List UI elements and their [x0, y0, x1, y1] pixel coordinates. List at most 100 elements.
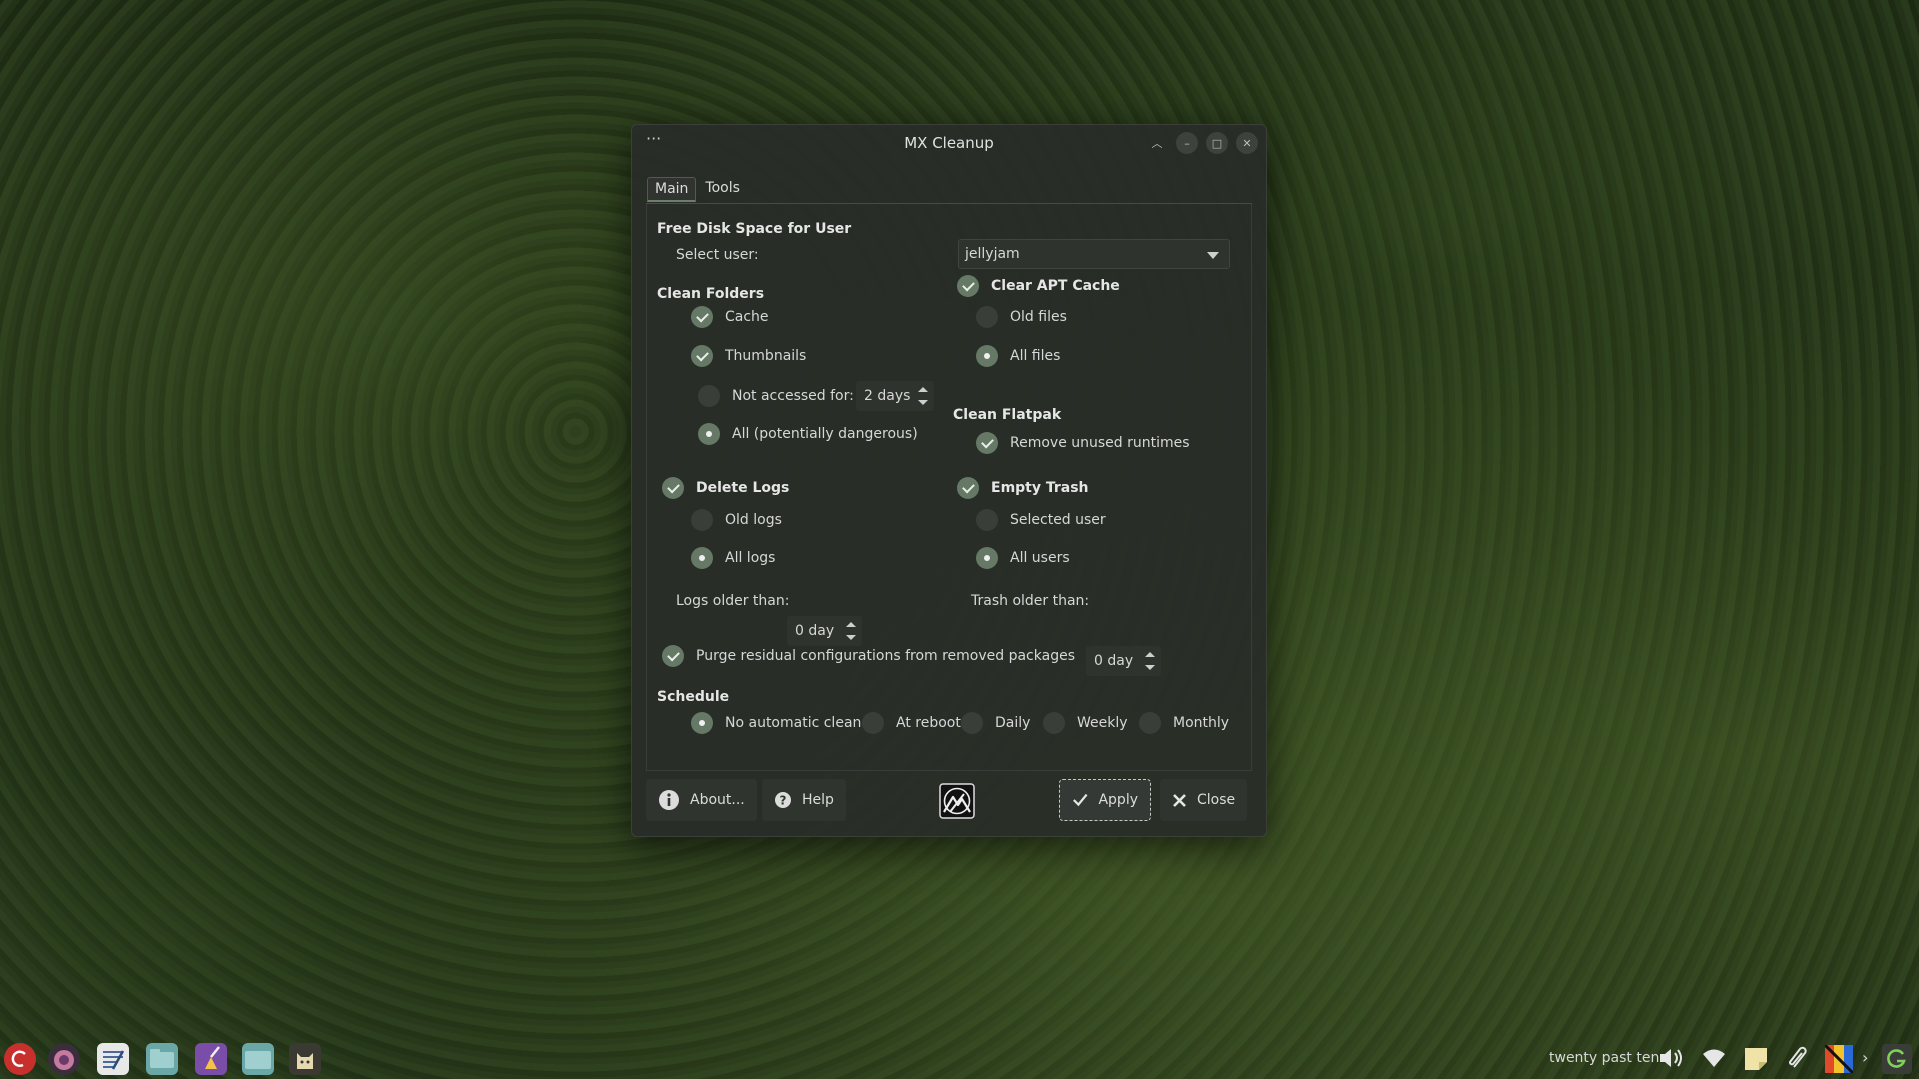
cache-checkbox[interactable]: Cache: [691, 306, 769, 328]
trash-selected-user-label: Selected user: [1010, 512, 1106, 528]
color-picker-icon[interactable]: [1823, 1043, 1855, 1077]
radio-icon: [976, 306, 998, 328]
thumbnails-label: Thumbnails: [725, 348, 807, 364]
sticky-note-icon[interactable]: [1742, 1045, 1770, 1075]
schedule-daily-radio[interactable]: Daily: [961, 712, 1030, 734]
minimize-button[interactable]: –: [1176, 132, 1198, 154]
info-icon: [659, 790, 679, 810]
all-logs-label: All logs: [725, 550, 776, 566]
check-icon: [691, 345, 713, 367]
radio-icon: [1139, 712, 1161, 734]
spin-up-icon[interactable]: [918, 387, 928, 392]
svg-text:?: ?: [780, 794, 787, 808]
radio-icon: [691, 509, 713, 531]
folder-icon[interactable]: [242, 1043, 274, 1075]
file-manager-icon[interactable]: [146, 1043, 178, 1075]
firefox-icon[interactable]: [48, 1043, 80, 1075]
check-icon: [957, 275, 979, 297]
thumbnails-checkbox[interactable]: Thumbnails: [691, 345, 806, 367]
radio-icon: [862, 712, 884, 734]
purge-configs-checkbox[interactable]: Purge residual configurations from remov…: [662, 645, 1075, 667]
all-dangerous-radio[interactable]: All (potentially dangerous): [698, 423, 918, 445]
updater-icon[interactable]: [1882, 1044, 1912, 1078]
close-window-button[interactable]: ✕: [1236, 132, 1258, 154]
shade-button[interactable]: ︿: [1146, 132, 1168, 154]
spin-down-icon[interactable]: [846, 635, 856, 640]
trash-older-than-value: 0 day: [1094, 653, 1134, 669]
clean-folders-header: Clean Folders: [657, 286, 765, 302]
debian-menu-icon[interactable]: [4, 1043, 36, 1075]
volume-icon[interactable]: [1657, 1045, 1685, 1075]
trash-older-than-spinbox[interactable]: 0 day: [1086, 646, 1161, 676]
maximize-button[interactable]: □: [1206, 132, 1228, 154]
cleanup-icon[interactable]: [195, 1043, 227, 1075]
apt-all-files-radio[interactable]: All files: [976, 345, 1060, 367]
check-icon: [957, 477, 979, 499]
apply-button[interactable]: Apply: [1059, 779, 1151, 821]
clean-flatpak-header: Clean Flatpak: [953, 407, 1062, 423]
schedule-monthly-radio[interactable]: Monthly: [1139, 712, 1229, 734]
schedule-weekly-radio[interactable]: Weekly: [1043, 712, 1128, 734]
clock[interactable]: twenty past ten: [1549, 1050, 1659, 1066]
schedule-reboot-radio[interactable]: At reboot: [862, 712, 961, 734]
help-button[interactable]: ? Help: [762, 779, 846, 821]
logs-older-than-label: Logs older than:: [676, 593, 790, 609]
trash-selected-user-radio[interactable]: Selected user: [976, 509, 1106, 531]
close-label: Close: [1197, 792, 1236, 808]
radio-icon: [1043, 712, 1065, 734]
empty-trash-checkbox[interactable]: Empty Trash: [957, 477, 1089, 499]
paperclip-icon[interactable]: [1785, 1045, 1813, 1075]
logs-older-than-spinbox[interactable]: 0 day: [787, 616, 862, 646]
radio-icon: [691, 547, 713, 569]
not-accessed-label: Not accessed for:: [732, 388, 854, 404]
tab-bar: Main Tools: [647, 177, 747, 202]
text-editor-icon[interactable]: [97, 1043, 129, 1075]
cache-label: Cache: [725, 309, 769, 325]
about-label: About...: [690, 792, 745, 808]
tab-tools[interactable]: Tools: [698, 177, 747, 202]
radio-icon: [691, 712, 713, 734]
radio-icon: [961, 712, 983, 734]
delete-logs-checkbox[interactable]: Delete Logs: [662, 477, 789, 499]
check-icon: [662, 477, 684, 499]
free-disk-space-header: Free Disk Space for User: [657, 221, 852, 237]
close-x-icon: [1173, 793, 1186, 807]
all-logs-radio[interactable]: All logs: [691, 547, 775, 569]
clear-apt-cache-label: Clear APT Cache: [991, 278, 1120, 294]
main-panel: Free Disk Space for User Select user: je…: [646, 204, 1252, 771]
trash-all-users-radio[interactable]: All users: [976, 547, 1070, 569]
old-logs-radio[interactable]: Old logs: [691, 509, 782, 531]
chevron-down-icon: [1207, 252, 1219, 259]
about-button[interactable]: About...: [646, 779, 757, 821]
title-bar[interactable]: ··· MX Cleanup ︿ – □ ✕: [632, 125, 1266, 159]
logs-older-than-value: 0 day: [795, 623, 835, 639]
user-select-value: jellyjam: [965, 246, 1020, 262]
close-button[interactable]: Close: [1160, 779, 1248, 821]
tab-main[interactable]: Main: [647, 177, 697, 202]
spin-down-icon[interactable]: [918, 400, 928, 405]
apt-old-files-radio[interactable]: Old files: [976, 306, 1067, 328]
radio-icon: [698, 423, 720, 445]
not-accessed-radio[interactable]: Not accessed for:: [698, 385, 854, 407]
cat-app-icon[interactable]: [289, 1043, 321, 1075]
radio-icon: [976, 345, 998, 367]
spin-up-icon[interactable]: [846, 622, 856, 627]
spin-up-icon[interactable]: [1145, 652, 1155, 657]
check-icon: [691, 306, 713, 328]
remove-unused-runtimes-checkbox[interactable]: Remove unused runtimes: [976, 432, 1190, 454]
mx-cleanup-window: ··· MX Cleanup ︿ – □ ✕ Main Tools Free D…: [631, 124, 1267, 837]
trash-older-than-label: Trash older than:: [971, 593, 1090, 609]
select-user-label: Select user:: [676, 247, 759, 263]
user-select[interactable]: jellyjam: [958, 239, 1230, 269]
wifi-icon[interactable]: [1700, 1045, 1728, 1075]
remove-unused-runtimes-label: Remove unused runtimes: [1010, 435, 1190, 451]
purge-configs-label: Purge residual configurations from remov…: [696, 648, 1075, 664]
radio-icon: [976, 509, 998, 531]
radio-icon: [698, 385, 720, 407]
chevron-right-icon[interactable]: ›: [1862, 1048, 1868, 1067]
clear-apt-cache-checkbox[interactable]: Clear APT Cache: [957, 275, 1120, 297]
spin-down-icon[interactable]: [1145, 665, 1155, 670]
thumbnails-days-spinbox[interactable]: 2 days: [856, 381, 934, 411]
schedule-header: Schedule: [657, 689, 730, 705]
schedule-none-radio[interactable]: No automatic clean: [691, 712, 861, 734]
